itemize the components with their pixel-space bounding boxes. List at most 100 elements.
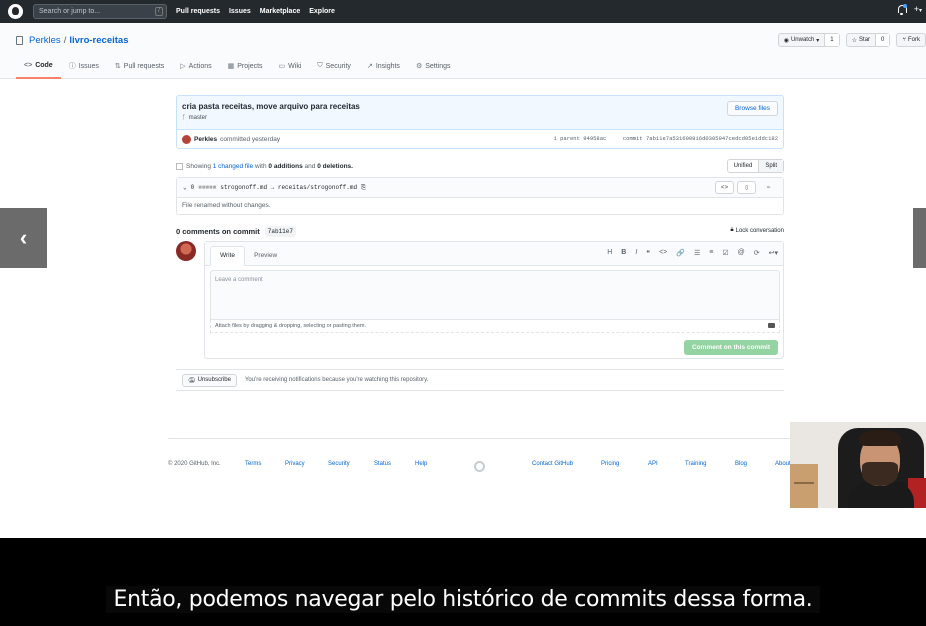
footer-link-pricing[interactable]: Pricing — [601, 461, 619, 467]
more-icon[interactable]: ⋯ — [759, 181, 778, 194]
tab-actions[interactable]: ▷ Actions — [172, 59, 219, 79]
nav-pull-requests[interactable]: Pull requests — [176, 8, 220, 15]
next-arrow-button[interactable] — [913, 208, 926, 268]
tab-pull-requests[interactable]: ⇅ Pull requests — [107, 59, 172, 79]
reply-icon[interactable]: ↩▾ — [769, 249, 778, 257]
tab-label: Pull requests — [123, 62, 165, 70]
chevron-down-icon[interactable]: ⌄ — [183, 184, 187, 191]
branch-info: ᚴ master — [182, 115, 778, 121]
file-view-icon[interactable]: ▯ — [737, 181, 756, 194]
comment-submit-button[interactable]: Comment on this commit — [683, 340, 778, 355]
star-count[interactable]: 0 — [875, 34, 890, 46]
split-button[interactable]: Split — [758, 160, 783, 172]
footer-link-training[interactable]: Training — [685, 461, 706, 467]
diffstat-blocks: ■■■■■ — [198, 184, 217, 191]
footer-link-terms[interactable]: Terms — [245, 461, 261, 467]
numbered-list-icon[interactable]: ≡ — [709, 249, 713, 257]
footer-link-security[interactable]: Security — [328, 461, 350, 467]
previous-arrow-button[interactable]: ‹ — [0, 208, 47, 268]
parent-sha-link[interactable]: 94958ac — [583, 135, 606, 142]
gear-icon: ⚙ — [415, 63, 423, 70]
commit-sha-chip: 7ab11e7 — [264, 225, 296, 237]
plus-icon[interactable]: +▾ — [914, 4, 922, 15]
bell-icon[interactable] — [897, 4, 907, 15]
file-path[interactable]: strogonoff.md → receitas/strogonoff.md — [220, 184, 357, 191]
comment-textarea[interactable]: Leave a comment — [210, 270, 780, 320]
repo-name-link[interactable]: livro-receitas — [69, 35, 128, 46]
tab-security[interactable]: ⛉ Security — [309, 59, 359, 79]
watch-button[interactable]: ◉ Unwatch ▾ 1 — [777, 33, 840, 47]
tab-wiki[interactable]: ▭ Wiki — [271, 59, 310, 79]
bold-icon[interactable]: B — [621, 249, 626, 257]
link-icon[interactable]: 🔗 — [676, 249, 685, 257]
star-icon: ☆ — [851, 37, 858, 44]
code-icon[interactable]: <> — [659, 249, 667, 257]
file-tools: <> ▯ ⋯ — [715, 181, 778, 194]
italic-icon[interactable]: I — [635, 249, 637, 257]
bullet-list-icon[interactable]: ☰ — [694, 249, 700, 257]
task-list-icon[interactable]: ☑ — [722, 249, 728, 257]
tab-write[interactable]: Write — [210, 246, 246, 266]
markdown-toolbar: H B I ❝ <> 🔗 ☰ ≡ ☑ @ ⟳ ↩▾ — [607, 249, 778, 257]
global-nav: Pull requests Issues Marketplace Explore — [176, 8, 335, 15]
copy-icon[interactable]: ⎘ — [361, 184, 366, 192]
watch-label: Unwatch — [790, 37, 815, 43]
comment-editor: Write Preview H B I ❝ <> 🔗 ☰ ≡ ☑ @ ⟳ ↩▾ … — [204, 241, 784, 359]
eye-icon: ◉ — [783, 37, 789, 44]
video-frame: Search or jump to... / Pull requests Iss… — [0, 0, 926, 538]
tab-preview[interactable]: Preview — [245, 247, 286, 265]
search-input[interactable]: Search or jump to... / — [33, 4, 167, 19]
tab-issues[interactable]: ⓘ Issues — [61, 59, 107, 79]
tab-code[interactable]: <> Code — [16, 59, 61, 79]
nav-explore[interactable]: Explore — [309, 8, 335, 15]
reference-icon[interactable]: ⟳ — [754, 249, 760, 257]
browse-files-button[interactable]: Browse files — [726, 101, 778, 116]
lock-icon: 🔒︎ — [730, 227, 734, 233]
markdown-icon[interactable] — [768, 323, 775, 328]
lock-label: Lock conversation — [735, 227, 784, 234]
code-view-icon[interactable]: <> — [715, 181, 734, 194]
unified-button[interactable]: Unified — [728, 160, 759, 172]
author-avatar[interactable] — [182, 134, 191, 144]
github-mark-icon[interactable] — [474, 461, 485, 472]
commit-title: cria pasta receitas, move arquivo para r… — [182, 102, 360, 111]
tab-label: Code — [35, 61, 53, 69]
footer-link-about[interactable]: About — [775, 461, 791, 467]
quote-icon[interactable]: ❝ — [646, 249, 650, 257]
footer-link-help[interactable]: Help — [415, 461, 427, 467]
webcam-shelf-edge — [794, 482, 814, 484]
star-label: Star — [859, 37, 871, 43]
mention-icon[interactable]: @ — [738, 249, 745, 257]
code-icon: <> — [24, 61, 33, 69]
repo-owner-link[interactable]: Perkles — [29, 35, 61, 46]
nav-marketplace[interactable]: Marketplace — [260, 8, 300, 15]
branch-name[interactable]: master — [189, 115, 207, 121]
file-tree-toggle[interactable] — [176, 162, 183, 170]
author-name[interactable]: Perkles — [194, 136, 217, 143]
commit-label: commit — [622, 135, 643, 142]
unsubscribe-button[interactable]: 🔕︎ Unsubscribe — [182, 373, 237, 387]
shield-icon: ⛉ — [317, 62, 323, 69]
footer-link-status[interactable]: Status — [374, 461, 391, 467]
attach-files-area[interactable]: Attach files by dragging & dropping, sel… — [210, 320, 780, 333]
tab-settings[interactable]: ⚙ Settings — [408, 59, 459, 79]
tab-projects[interactable]: ▦ Projects — [220, 59, 271, 79]
avatar[interactable] — [176, 241, 196, 261]
heading-icon[interactable]: H — [607, 249, 612, 257]
watch-count[interactable]: 1 — [824, 34, 839, 46]
github-logo-icon[interactable] — [8, 4, 23, 19]
lock-conversation-button[interactable]: 🔒︎ Lock conversation — [730, 227, 784, 234]
repo-actions: ◉ Unwatch ▾ 1 ☆ Star 0 ⑂ Fork — [777, 33, 926, 47]
footer-link-api[interactable]: API — [648, 461, 658, 467]
nav-issues[interactable]: Issues — [229, 8, 251, 15]
footer-link-privacy[interactable]: Privacy — [285, 461, 305, 467]
webcam-hair — [859, 430, 901, 446]
repo-icon — [16, 36, 23, 45]
star-button[interactable]: ☆ Star 0 — [845, 33, 891, 47]
footer-link-contact[interactable]: Contact GitHub — [532, 461, 573, 467]
footer-link-blog[interactable]: Blog — [735, 461, 747, 467]
changed-files-link[interactable]: 1 changed file — [213, 163, 253, 170]
tab-label: Actions — [188, 62, 212, 70]
fork-button[interactable]: ⑂ Fork — [896, 33, 926, 47]
tab-insights[interactable]: ↗ Insights — [359, 59, 408, 79]
